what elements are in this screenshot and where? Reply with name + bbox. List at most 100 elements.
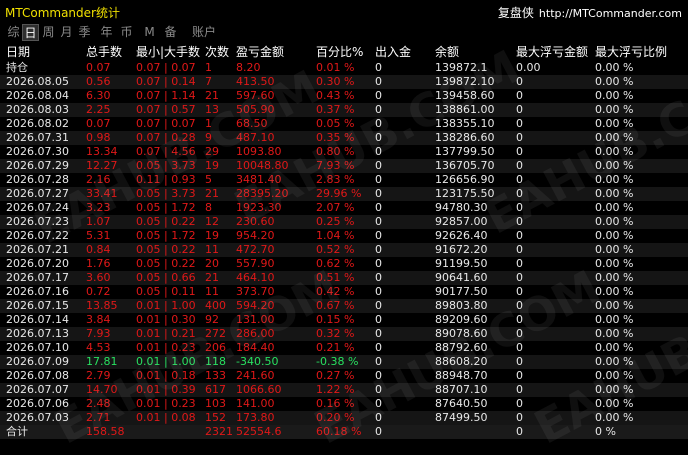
column-header-count[interactable]: 次数 — [205, 44, 229, 60]
cell-pnl: 131.00 — [236, 313, 275, 326]
cell-min-max-lots: 0.01 | 0.39 — [136, 383, 196, 396]
cell-count: 7 — [205, 75, 212, 88]
table-row: 2026.07.24 3.23 0.05 | 1.72 8 1923.30 2.07 % 0… — [0, 201, 688, 215]
tab-9[interactable]: 账户 — [188, 24, 220, 41]
brand: 复盘侠 http://MTCommander.com — [498, 4, 682, 21]
column-header-date[interactable]: 日期 — [6, 44, 30, 60]
cell-max-float-ratio: 0.00 % — [595, 61, 634, 74]
tab-6[interactable]: 币 — [118, 24, 135, 41]
cell-percent: 0.25 % — [316, 215, 355, 228]
cell-deposit: 0 — [375, 243, 382, 256]
cell-deposit: 0 — [375, 229, 382, 242]
table-header: 日期 总手数 最小|大手数 次数 盈亏金额 百分比% 出入金 余额 最大浮亏金额 最大浮亏比例 — [0, 44, 688, 60]
table-row: 2026.07.07 14.70 0.01 | 0.39 617 1066.60 1.22… — [0, 383, 688, 397]
period-tabs: 综日周月季年币 M 备账户 — [0, 23, 688, 43]
cell-total-lots: 33.41 — [86, 187, 118, 200]
cell-count: 21 — [205, 89, 219, 102]
column-header-total-lots[interactable]: 总手数 — [86, 44, 122, 60]
cell-date: 2026.07.06 — [6, 397, 69, 410]
cell-date: 2026.07.10 — [6, 341, 69, 354]
cell-percent: 2.07 % — [316, 201, 355, 214]
cell-date: 2026.07.30 — [6, 145, 69, 158]
cell-max-float-ratio: 0.00 % — [595, 327, 634, 340]
cell-date: 2026.07.14 — [6, 313, 69, 326]
cell-percent: 2.83 % — [316, 173, 355, 186]
column-header-balance[interactable]: 余额 — [435, 44, 459, 60]
table-row: 2026.08.02 0.07 0.07 | 0.07 1 68.50 0.05 % 0 13… — [0, 117, 688, 131]
column-header-max-float-ratio[interactable]: 最大浮亏比例 — [595, 44, 667, 60]
cell-count: 20 — [205, 257, 219, 270]
tab-1[interactable]: 日 — [22, 24, 39, 41]
cell-max-float-loss: 0 — [516, 201, 523, 214]
cell-total-lots: 2.16 — [86, 173, 111, 186]
cell-max-float-ratio: 0.00 % — [595, 173, 634, 186]
brand-url-link[interactable]: http://MTCommander.com — [539, 7, 682, 20]
cell-deposit: 0 — [375, 397, 382, 410]
cell-deposit: 0 — [375, 215, 382, 228]
cell-max-float-ratio: 0.00 % — [595, 131, 634, 144]
tab-4[interactable]: 季 — [76, 24, 93, 41]
cell-max-float-loss: 0 — [516, 425, 523, 438]
cell-percent: 0.80 % — [316, 145, 355, 158]
brand-name[interactable]: 复盘侠 — [498, 6, 534, 20]
tab-7[interactable]: M — [141, 24, 158, 41]
cell-percent: 29.96 % — [316, 187, 362, 200]
tab-3[interactable]: 月 — [58, 24, 75, 41]
cell-balance: 89803.80 — [435, 299, 488, 312]
column-header-max-float-loss[interactable]: 最大浮亏金额 — [516, 44, 588, 60]
cell-balance: 88707.10 — [435, 383, 488, 396]
table-row: 2026.07.14 3.84 0.01 | 0.30 92 131.00 0.15 % 0… — [0, 313, 688, 327]
table-row: 2026.07.27 33.41 0.05 | 3.73 21 28395.20 29.9… — [0, 187, 688, 201]
cell-percent: 0.20 % — [316, 411, 355, 424]
cell-max-float-ratio: 0.00 % — [595, 299, 634, 312]
cell-date: 2026.07.24 — [6, 201, 69, 214]
cell-date: 2026.08.04 — [6, 89, 69, 102]
cell-deposit: 0 — [375, 201, 382, 214]
cell-max-float-loss: 0 — [516, 271, 523, 284]
cell-count: 617 — [205, 383, 226, 396]
tab-5[interactable]: 年 — [98, 24, 115, 41]
cell-pnl: 68.50 — [236, 117, 268, 130]
table-row: 2026.07.23 1.07 0.05 | 0.22 12 230.60 0.25 % 0… — [0, 215, 688, 229]
cell-count: 133 — [205, 369, 226, 382]
cell-pnl: 10048.80 — [236, 159, 289, 172]
cell-total-lots: 2.79 — [86, 369, 111, 382]
cell-pnl: 1066.60 — [236, 383, 282, 396]
cell-max-float-loss: 0 — [516, 131, 523, 144]
cell-total-lots: 12.27 — [86, 159, 118, 172]
cell-max-float-ratio: 0.00 % — [595, 75, 634, 88]
cell-balance: 88948.70 — [435, 369, 488, 382]
cell-percent: 0.32 % — [316, 327, 355, 340]
tab-2[interactable]: 周 — [40, 24, 57, 41]
cell-balance: 126656.90 — [435, 173, 495, 186]
cell-percent: 60.18 % — [316, 425, 362, 438]
cell-max-float-loss: 0 — [516, 397, 523, 410]
column-header-deposit[interactable]: 出入金 — [375, 44, 411, 60]
cell-max-float-loss: 0 — [516, 257, 523, 270]
cell-date: 2026.07.08 — [6, 369, 69, 382]
cell-percent: 0.35 % — [316, 131, 355, 144]
cell-pnl: 8.20 — [236, 61, 261, 74]
column-header-min-max-lots[interactable]: 最小|大手数 — [136, 44, 200, 60]
cell-deposit: 0 — [375, 103, 382, 116]
tab-0[interactable]: 综 — [5, 24, 22, 41]
cell-max-float-loss: 0 — [516, 75, 523, 88]
cell-count: 5 — [205, 173, 212, 186]
cell-pnl: 184.40 — [236, 341, 275, 354]
table-row: 2026.07.17 3.60 0.05 | 0.66 21 464.10 0.51 % 0… — [0, 271, 688, 285]
cell-balance: 92626.40 — [435, 229, 488, 242]
column-header-pnl[interactable]: 盈亏金额 — [236, 44, 284, 60]
cell-deposit: 0 — [375, 411, 382, 424]
cell-pnl: 954.20 — [236, 229, 275, 242]
cell-balance: 87499.50 — [435, 411, 488, 424]
cell-max-float-loss: 0 — [516, 369, 523, 382]
table-row: 2026.08.04 6.30 0.07 | 1.14 21 597.60 0.43 % 0… — [0, 89, 688, 103]
cell-max-float-loss: 0 — [516, 187, 523, 200]
cell-percent: 0.16 % — [316, 397, 355, 410]
tab-8[interactable]: 备 — [162, 24, 179, 41]
table-row: 2026.07.22 5.31 0.05 | 1.72 19 954.20 1.04 % 0… — [0, 229, 688, 243]
cell-percent: -0.38 % — [316, 355, 359, 368]
cell-total-lots: 6.30 — [86, 89, 111, 102]
column-header-percent[interactable]: 百分比% — [316, 44, 363, 60]
cell-percent: 0.37 % — [316, 103, 355, 116]
